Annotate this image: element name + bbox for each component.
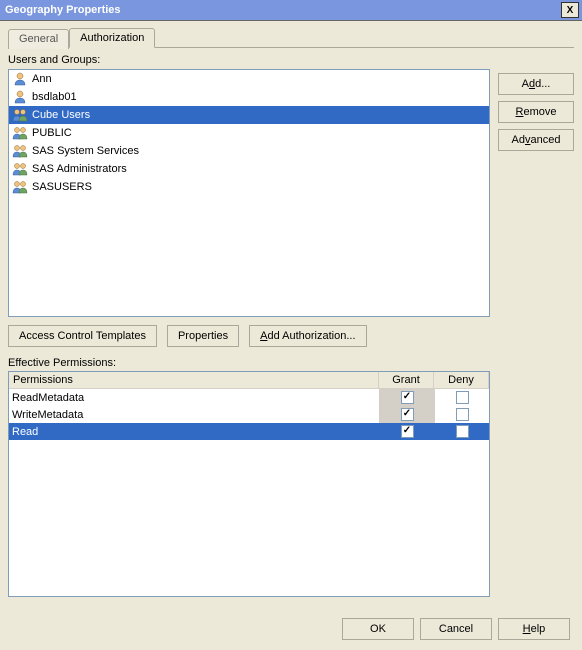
permissions-header: Permissions Grant Deny [9, 372, 489, 389]
deny-checkbox[interactable] [456, 391, 469, 404]
help-button[interactable]: Help [498, 618, 570, 640]
header-permissions[interactable]: Permissions [9, 372, 379, 388]
list-item[interactable]: SAS System Services [9, 142, 489, 160]
help-rest: elp [531, 623, 546, 635]
template-button-row: Access Control Templates Properties Add … [8, 325, 574, 347]
deny-checkbox[interactable] [456, 408, 469, 421]
user-icon [12, 71, 28, 87]
table-row[interactable]: Read [9, 423, 489, 440]
upper-area: Ann bsdlab01 Cube Users PUBLIC SAS System Se… [8, 69, 574, 317]
deny-cell[interactable] [434, 389, 489, 406]
group-icon [12, 125, 28, 141]
perms-spacer [498, 371, 574, 597]
deny-checkbox[interactable] [456, 425, 469, 438]
user-icon [12, 89, 28, 105]
list-item-label: bsdlab01 [32, 91, 77, 103]
users-groups-label: Users and Groups: [8, 54, 574, 66]
tab-general[interactable]: General [8, 29, 69, 49]
list-item-label: SASUSERS [32, 181, 92, 193]
tab-row: General Authorization [8, 27, 574, 48]
list-item[interactable]: Cube Users [9, 106, 489, 124]
list-item[interactable]: SASUSERS [9, 178, 489, 196]
help-underline: H [523, 623, 531, 635]
group-icon [12, 161, 28, 177]
table-row[interactable]: WriteMetadata [9, 406, 489, 423]
remove-underline: R [516, 106, 524, 118]
header-deny[interactable]: Deny [434, 372, 489, 388]
permission-name: ReadMetadata [9, 391, 379, 405]
list-item[interactable]: SAS Administrators [9, 160, 489, 178]
advanced-button[interactable]: Advanced [498, 129, 574, 151]
add-button[interactable]: Add... [498, 73, 574, 95]
permission-name: Read [9, 425, 379, 439]
deny-cell[interactable] [434, 423, 489, 440]
header-grant[interactable]: Grant [379, 372, 434, 388]
dialog-body: General Authorization Users and Groups: … [0, 21, 582, 650]
group-icon [12, 179, 28, 195]
title-bar: Geography Properties X [0, 0, 582, 21]
list-item-label: Cube Users [32, 109, 90, 121]
list-item[interactable]: bsdlab01 [9, 88, 489, 106]
close-button[interactable]: X [561, 2, 579, 18]
grant-checkbox[interactable] [401, 408, 414, 421]
permission-name: WriteMetadata [9, 408, 379, 422]
users-groups-list[interactable]: Ann bsdlab01 Cube Users PUBLIC SAS System Se… [8, 69, 490, 317]
side-buttons: Add... Remove Advanced [498, 69, 574, 317]
properties-button[interactable]: Properties [167, 325, 239, 347]
add-authorization-button[interactable]: Add Authorization... [249, 325, 366, 347]
permissions-table[interactable]: Permissions Grant Deny ReadMetadata Write… [8, 371, 490, 597]
list-item-label: Ann [32, 73, 52, 85]
list-item-label: SAS System Services [32, 145, 139, 157]
list-item[interactable]: Ann [9, 70, 489, 88]
effective-permissions-label: Effective Permissions: [8, 357, 574, 369]
list-item-label: SAS Administrators [32, 163, 127, 175]
ok-button[interactable]: OK [342, 618, 414, 640]
list-item[interactable]: PUBLIC [9, 124, 489, 142]
remove-button[interactable]: Remove [498, 101, 574, 123]
window-title: Geography Properties [3, 4, 561, 16]
deny-cell[interactable] [434, 406, 489, 423]
group-icon [12, 143, 28, 159]
grant-checkbox[interactable] [401, 391, 414, 404]
access-control-templates-button[interactable]: Access Control Templates [8, 325, 157, 347]
add-auth-rest: dd Authorization... [267, 330, 355, 342]
group-icon [12, 107, 28, 123]
grant-checkbox[interactable] [401, 425, 414, 438]
cancel-button[interactable]: Cancel [420, 618, 492, 640]
grant-cell[interactable] [379, 423, 434, 440]
table-row[interactable]: ReadMetadata [9, 389, 489, 406]
dialog-footer: OK Cancel Help [342, 618, 570, 640]
list-item-label: PUBLIC [32, 127, 72, 139]
grant-cell[interactable] [379, 406, 434, 423]
grant-cell[interactable] [379, 389, 434, 406]
tab-authorization[interactable]: Authorization [69, 28, 155, 48]
add-underline: d [529, 78, 535, 90]
advanced-underline: v [525, 134, 531, 146]
